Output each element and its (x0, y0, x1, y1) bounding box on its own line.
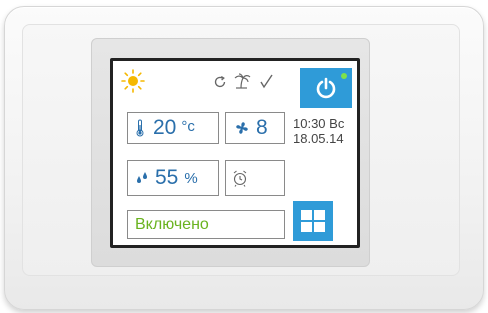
clock-date: 18.05.14 (293, 131, 344, 146)
temperature-value: 20 (153, 116, 177, 139)
humidity-unit: % (184, 169, 198, 187)
check-icon (258, 73, 274, 89)
lcd-display: 20 °c 8 10:30 Вс 18.05.14 55 % Включено (113, 61, 357, 245)
lcd-screen: 20 °c 8 10:30 Вс 18.05.14 55 % Включено (110, 58, 360, 248)
sun-icon[interactable] (121, 69, 145, 93)
fan-speed-tile[interactable]: 8 (225, 112, 285, 144)
alarm-clock-icon (232, 169, 248, 187)
power-icon (315, 77, 337, 99)
temperature-tile[interactable]: 20 °c (127, 112, 219, 144)
fan-icon (234, 120, 250, 136)
menu-grid-icon (301, 210, 325, 232)
humidity-value: 55 (155, 166, 179, 189)
status-field: Включено (127, 210, 285, 239)
status-label: Включено (135, 215, 209, 233)
humidity-tile[interactable]: 55 % (127, 160, 219, 196)
refresh-icon (213, 75, 227, 89)
palm-icon (233, 73, 251, 89)
fan-speed-value: 8 (256, 116, 268, 139)
thermometer-icon (136, 119, 144, 137)
clock-time: 10:30 Вс (293, 116, 345, 131)
temperature-unit: °c (181, 117, 195, 135)
power-button[interactable] (300, 68, 352, 108)
droplets-icon (135, 171, 149, 185)
alarm-tile[interactable] (225, 160, 285, 196)
power-indicator-light (341, 73, 347, 79)
menu-button[interactable] (293, 201, 333, 241)
